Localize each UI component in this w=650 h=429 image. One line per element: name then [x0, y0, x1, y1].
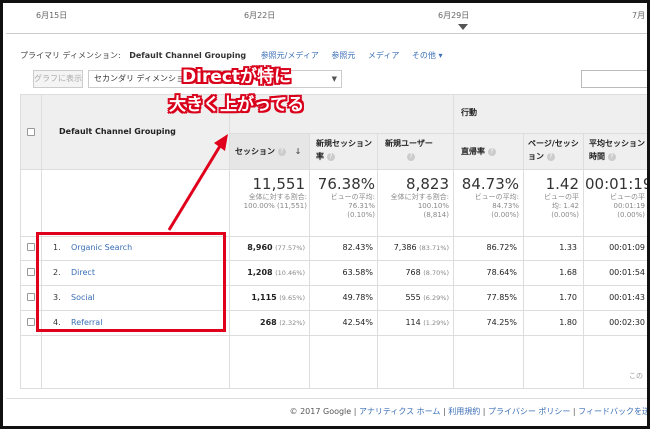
annotation-arrow-icon	[167, 134, 228, 231]
analytics-report: 6月15日 6月22日 6月29日 7月 プライマリ ディメンション: Defa…	[6, 6, 650, 426]
footer-link-home[interactable]: アナリティクス ホーム	[359, 407, 440, 416]
footer-link-feedback[interactable]: フィードバックを送	[578, 407, 647, 416]
footer-copyright: © 2017 Google	[289, 407, 352, 416]
annotation-text-line2: 大きく上がってる	[169, 95, 305, 115]
footer-link-terms[interactable]: 利用規約	[448, 407, 480, 416]
footer-link-privacy[interactable]: プライバシー ポリシー	[488, 407, 570, 416]
screenshot-frame: 6月15日 6月22日 6月29日 7月 プライマリ ディメンション: Defa…	[0, 0, 650, 429]
annotation-text-line1: Directが特に	[182, 67, 292, 87]
page-footer: © 2017 Google | アナリティクス ホーム | 利用規約 | プライ…	[289, 407, 650, 416]
